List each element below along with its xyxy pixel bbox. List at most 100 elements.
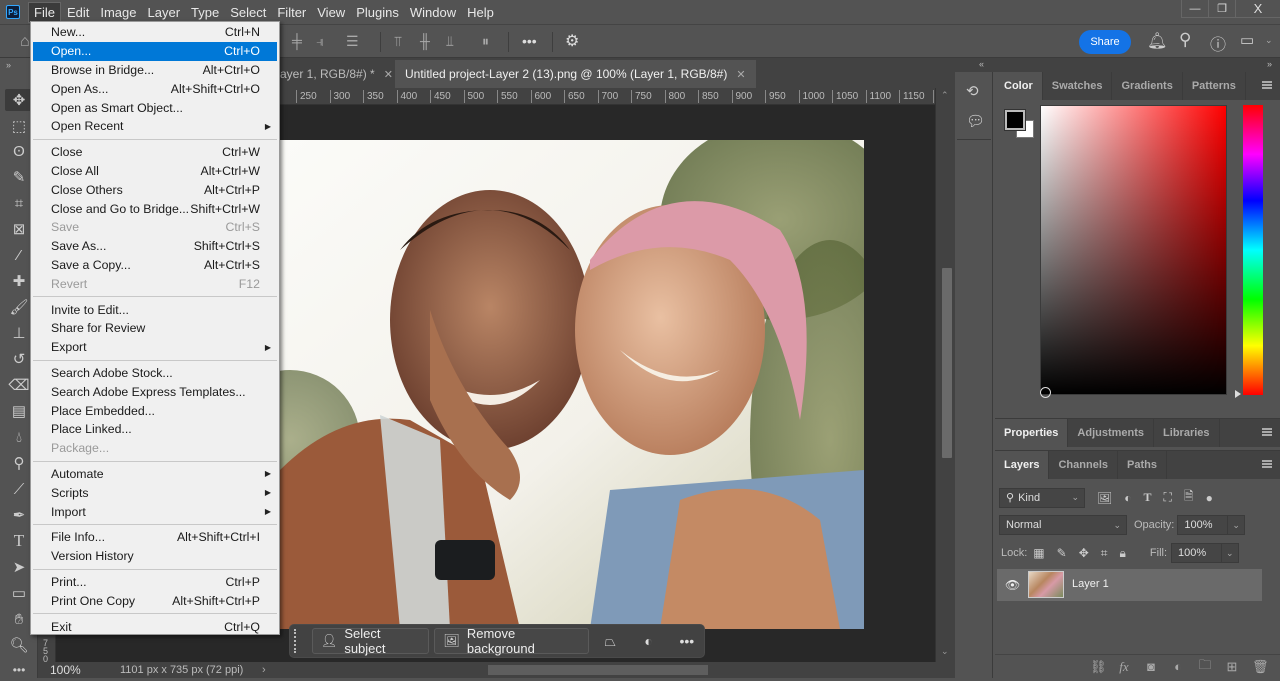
menu-item-close-all[interactable]: Close All Alt+Ctrl+W	[33, 162, 277, 181]
layer-row[interactable]: 👁︎ Layer 1	[997, 569, 1262, 601]
foreground-color-swatch[interactable]	[1004, 109, 1026, 131]
hue-slider[interactable]	[1243, 105, 1263, 395]
tab-gradients[interactable]: Gradients	[1112, 72, 1183, 100]
remove-background-button[interactable]: 🖼︎ Remove background	[434, 626, 590, 656]
history-brush-tool-icon[interactable]: ↺	[7, 348, 31, 370]
fill-slider-toggle[interactable]: ⌄	[1221, 543, 1240, 563]
type-tool-icon[interactable]: T	[7, 530, 31, 552]
tab-libraries[interactable]: Libraries	[1154, 419, 1220, 447]
minimize-button[interactable]: —	[1182, 0, 1209, 17]
tab-adjustments[interactable]: Adjustments	[1068, 419, 1155, 447]
dodge-tool-icon[interactable]: ⚲	[7, 452, 31, 474]
menu-item-open-recent[interactable]: Open Recent ▶	[33, 117, 277, 136]
hue-slider-handle[interactable]	[1235, 390, 1241, 398]
menu-item-import[interactable]: Import ▶	[33, 502, 277, 521]
menu-help[interactable]: Help	[462, 3, 499, 22]
menu-item-print-one-copy[interactable]: Print One Copy Alt+Shift+Ctrl+P	[33, 591, 277, 610]
scroll-down-icon[interactable]: ⌄	[941, 646, 949, 657]
add-mask-icon[interactable]: ◙	[1144, 659, 1158, 674]
healing-brush-tool-icon[interactable]: ✚	[7, 270, 31, 292]
menu-edit[interactable]: Edit	[62, 3, 94, 22]
brush-tool-icon[interactable]: 🖌︎	[7, 296, 31, 318]
align-vertical-center-icon[interactable]: ╫	[420, 33, 430, 49]
blur-tool-icon[interactable]: 💧︎	[7, 426, 31, 448]
link-layers-icon[interactable]: ⛓	[1090, 659, 1107, 675]
menu-item-save-a-copy[interactable]: Save a Copy... Alt+Ctrl+S	[33, 256, 277, 275]
align-right-icon[interactable]: ⫣	[316, 33, 324, 50]
eyedropper-tool-icon[interactable]: ⁄	[7, 244, 31, 266]
menu-item-browse-in-bridge[interactable]: Browse in Bridge... Alt+Ctrl+O	[33, 61, 277, 80]
expand-panel-icon[interactable]: »	[6, 60, 11, 70]
tab-patterns[interactable]: Patterns	[1183, 72, 1246, 100]
menu-filter[interactable]: Filter	[272, 3, 311, 22]
zoom-level-field[interactable]: 100%	[38, 663, 102, 677]
filter-smart-object-icon[interactable]: 🗎	[1184, 487, 1194, 508]
layer-filter-kind-dropdown[interactable]: ⚲ Kind ⌄	[999, 487, 1085, 508]
help-icon[interactable]: ⓘ	[1210, 31, 1226, 55]
pen-tool-icon[interactable]: ✒	[7, 504, 31, 526]
menu-item-open-as[interactable]: Open As... Alt+Shift+Ctrl+O	[33, 79, 277, 98]
lasso-tool-icon[interactable]: ʘ	[7, 140, 31, 162]
menu-item-share-for-review[interactable]: Share for Review	[33, 319, 277, 338]
lock-transparency-icon[interactable]: ▦	[1033, 546, 1044, 560]
search-icon[interactable]: ⚲	[1179, 30, 1191, 50]
lock-all-icon[interactable]: 🔒︎	[1120, 546, 1126, 561]
tab-layers[interactable]: Layers	[995, 451, 1050, 479]
scroll-up-icon[interactable]: ⌃	[941, 90, 949, 101]
share-button[interactable]: Share	[1079, 30, 1131, 54]
quick-selection-tool-icon[interactable]: ✎	[7, 166, 31, 188]
gradient-tool-icon[interactable]: ▤	[7, 400, 31, 422]
drag-handle[interactable]	[294, 629, 300, 653]
gear-icon[interactable]: ⚙	[565, 31, 579, 51]
more-options-icon[interactable]: •••	[522, 33, 537, 49]
tab-swatches[interactable]: Swatches	[1043, 72, 1113, 100]
transform-icon[interactable]: ⏢	[593, 628, 627, 654]
filter-toggle-icon[interactable]: ●	[1206, 491, 1213, 505]
opacity-field[interactable]: 100%	[1177, 515, 1228, 535]
menu-item-place-embedded[interactable]: Place Embedded...	[33, 401, 277, 420]
visibility-eye-icon[interactable]: 👁︎	[1005, 578, 1020, 592]
menu-item-export[interactable]: Export ▶	[33, 338, 277, 357]
menu-item-invite-to-edit[interactable]: Invite to Edit...	[33, 300, 277, 319]
adjustment-icon[interactable]: ◐	[631, 628, 665, 654]
distribute-vertical-icon[interactable]: ☰	[346, 33, 359, 50]
color-picker-field[interactable]	[1040, 105, 1227, 398]
zoom-tool-icon[interactable]: 🔍︎	[7, 634, 31, 656]
home-icon[interactable]: ⌂	[20, 33, 30, 51]
filter-adjustment-icon[interactable]: ◐	[1124, 491, 1131, 505]
menu-item-save-as[interactable]: Save As... Shift+Ctrl+S	[33, 237, 277, 256]
menu-item-automate[interactable]: Automate ▶	[33, 465, 277, 484]
filter-pixel-icon[interactable]: 🖼︎	[1097, 491, 1112, 505]
crop-tool-icon[interactable]: ⌗	[7, 192, 31, 214]
menu-item-close-others[interactable]: Close Others Alt+Ctrl+P	[33, 180, 277, 199]
menu-window[interactable]: Window	[405, 3, 461, 22]
tab-color[interactable]: Color	[995, 72, 1043, 100]
document-info[interactable]: 1101 px x 735 px (72 ppi)	[102, 664, 252, 676]
restore-button[interactable]: ❐	[1209, 0, 1236, 17]
align-horizontal-center-icon[interactable]: ╪	[292, 33, 302, 49]
menu-item-close-and-go-to-bridge[interactable]: Close and Go to Bridge... Shift+Ctrl+W	[33, 199, 277, 218]
new-layer-icon[interactable]: ⊞	[1225, 659, 1239, 675]
tab-properties[interactable]: Properties	[995, 419, 1069, 447]
smudge-tool-icon[interactable]: ⟋	[7, 478, 31, 500]
lock-position-icon[interactable]: ✥	[1079, 546, 1089, 560]
menu-select[interactable]: Select	[225, 3, 271, 22]
bell-icon[interactable]: 🔔︎	[1147, 31, 1167, 51]
document-tab-active[interactable]: Untitled project-Layer 2 (13).png @ 100%…	[395, 60, 756, 88]
opacity-slider-toggle[interactable]: ⌄	[1227, 515, 1246, 535]
menu-item-print[interactable]: Print... Ctrl+P	[33, 573, 277, 592]
menu-plugins[interactable]: Plugins	[351, 3, 404, 22]
panel-menu-icon[interactable]	[1262, 428, 1272, 436]
select-subject-button[interactable]: 👤︎ Select subject	[311, 626, 430, 656]
new-group-folder-icon[interactable]: 🗀	[1198, 656, 1212, 678]
color-picker-cursor[interactable]	[1040, 387, 1051, 398]
align-top-icon[interactable]: ⫪	[394, 33, 402, 50]
collapse-dock-icon[interactable]: «	[979, 59, 984, 69]
filter-type-icon[interactable]: T	[1143, 490, 1151, 505]
menu-item-scripts[interactable]: Scripts ▶	[33, 483, 277, 502]
menu-view[interactable]: View	[312, 3, 350, 22]
menu-item-file-info[interactable]: File Info... Alt+Shift+Ctrl+I	[33, 528, 277, 547]
tab-paths[interactable]: Paths	[1118, 451, 1167, 479]
lock-artboard-icon[interactable]: ⌗	[1101, 546, 1108, 561]
menu-item-version-history[interactable]: Version History	[33, 547, 277, 566]
